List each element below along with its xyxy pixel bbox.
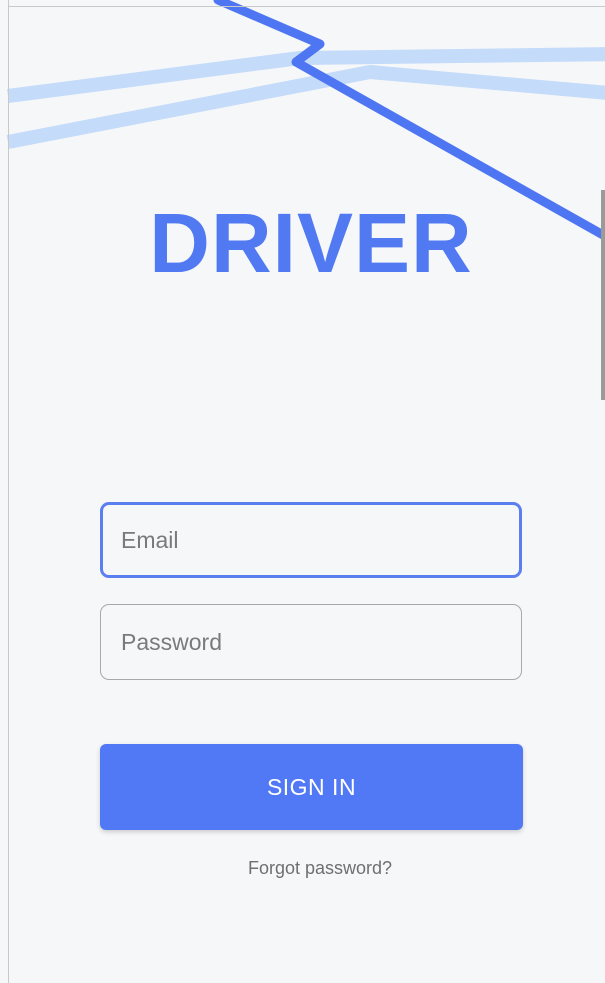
frame-border-left (8, 0, 9, 983)
login-screen: DRIVER SIGN IN Forgot password? (0, 0, 605, 983)
sign-in-button[interactable]: SIGN IN (100, 744, 523, 830)
password-field[interactable] (100, 604, 522, 680)
app-logo-text: DRIVER (149, 196, 473, 290)
email-field[interactable] (100, 502, 522, 578)
forgot-password-link[interactable]: Forgot password? (0, 858, 605, 879)
frame-border-top (8, 6, 605, 7)
